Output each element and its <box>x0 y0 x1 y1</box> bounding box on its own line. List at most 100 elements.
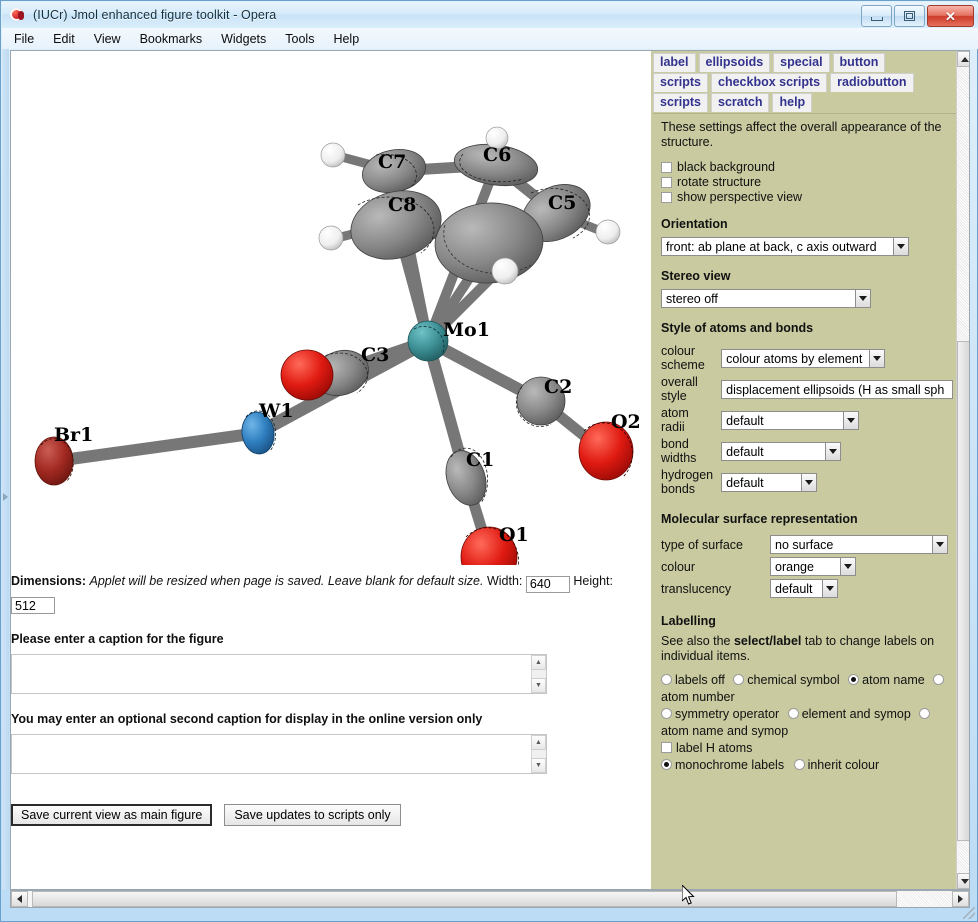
chevron-down-icon[interactable] <box>840 557 856 576</box>
chevron-down-icon[interactable] <box>869 348 886 368</box>
radio-inherit-colour[interactable] <box>793 759 805 770</box>
title-bar: (IUCr) Jmol enhanced figure toolkit - Op… <box>2 2 978 28</box>
menu-item-view[interactable]: View <box>94 32 121 46</box>
hscroll-track[interactable] <box>28 891 952 907</box>
main-caption-scroll-down[interactable]: ▼ <box>531 678 546 693</box>
tab-label[interactable]: label <box>653 53 696 72</box>
style-row-atom-radii: atom radii default <box>661 406 953 434</box>
select-surface-colour[interactable]: orange <box>770 557 856 576</box>
tab-ellipsoids[interactable]: ellipsoids <box>698 53 771 72</box>
select-translucency[interactable]: default <box>770 579 838 598</box>
second-caption-scroll-up[interactable]: ▲ <box>531 735 546 750</box>
select-overall-style[interactable]: displacement ellipsoids (H as small sph <box>721 379 954 399</box>
scroll-up-button[interactable] <box>957 51 969 67</box>
tab-scripts-2[interactable]: scripts <box>653 93 708 112</box>
window-resize-grip[interactable] <box>963 907 975 919</box>
close-button[interactable]: ✕ <box>927 5 974 27</box>
radio-element-and-symop[interactable] <box>787 708 799 719</box>
menu-item-help[interactable]: Help <box>333 32 359 46</box>
radio-labels-off[interactable] <box>661 674 672 685</box>
select-bond-widths[interactable]: default <box>721 441 842 461</box>
chevron-down-icon[interactable] <box>801 472 818 492</box>
width-input[interactable] <box>525 575 570 593</box>
second-caption-scroll-down[interactable]: ▼ <box>531 758 546 773</box>
tab-checkbox-scripts[interactable]: checkbox scripts <box>711 73 828 92</box>
tab-help[interactable]: help <box>772 93 813 112</box>
scroll-down-button[interactable] <box>957 873 969 889</box>
chevron-down-icon[interactable] <box>825 441 842 461</box>
checkbox-rotate-structure[interactable]: rotate structure <box>661 175 948 189</box>
radio-monochrome-labels[interactable] <box>661 759 672 770</box>
radio-label: element and symop <box>801 707 911 721</box>
surface-row-label: colour <box>661 559 696 574</box>
hscroll-right-button[interactable] <box>952 891 969 907</box>
tab-radiobutton[interactable]: radiobutton <box>830 73 914 92</box>
close-icon: ✕ <box>945 8 956 24</box>
menu-item-tools[interactable]: Tools <box>285 32 314 46</box>
select-type-of-surface[interactable]: no surface <box>770 535 948 554</box>
main-caption-scroll-up[interactable]: ▲ <box>531 655 546 670</box>
hscroll-thumb[interactable] <box>32 891 897 907</box>
chevron-down-icon[interactable] <box>822 579 838 598</box>
opera-panel-handle[interactable] <box>2 49 9 890</box>
menu-item-file[interactable]: File <box>14 32 34 46</box>
save-scripts-button[interactable]: Save updates to scripts only <box>224 804 401 826</box>
select-stereo-value: stereo off <box>661 289 855 308</box>
second-caption-box[interactable]: ▲ ▼ <box>11 734 547 774</box>
radio-symmetry-operator[interactable] <box>661 708 672 719</box>
radio-label: labels off <box>675 673 725 687</box>
radio-label: inherit colour <box>807 758 880 772</box>
hscroll-left-button[interactable] <box>11 891 28 907</box>
checkbox-icon[interactable] <box>661 742 672 753</box>
menu-item-widgets[interactable]: Widgets <box>221 32 266 46</box>
menu-item-bookmarks[interactable]: Bookmarks <box>140 32 203 46</box>
select-colour-scheme[interactable]: colour atoms by element <box>721 348 886 368</box>
radio-label: atom name <box>862 673 925 687</box>
radio-group-label-colour: monochrome labels inherit colour <box>661 757 948 774</box>
checkbox-label-h-atoms-row[interactable]: label H atoms <box>661 740 948 757</box>
radio-atom-name[interactable] <box>848 674 860 685</box>
tab-scripts-1[interactable]: scripts <box>653 73 708 92</box>
scrollbar-thumb[interactable] <box>957 341 969 841</box>
checkbox-black-background[interactable]: black background <box>661 160 948 174</box>
svg-text:C7: C7 <box>378 151 406 173</box>
tab-special[interactable]: special <box>773 53 830 72</box>
select-atom-radii[interactable]: default <box>721 410 860 430</box>
chevron-down-icon[interactable] <box>855 289 871 308</box>
select-orientation-value: front: ab plane at back, c axis outward <box>661 237 893 256</box>
maximize-button[interactable] <box>894 5 925 27</box>
select-orientation[interactable]: front: ab plane at back, c axis outward <box>661 237 909 256</box>
style-row-label: hydrogen bonds <box>661 468 714 496</box>
surface-row-label: type of surface <box>661 537 743 552</box>
width-label: Width: <box>486 574 523 588</box>
surface-row-label: translucency <box>661 581 732 596</box>
radio-group-label-style: labels off chemical symbol atom name ato… <box>661 672 948 706</box>
radio-atom-name-and-symop[interactable] <box>919 708 931 719</box>
checkbox-icon[interactable] <box>661 191 672 203</box>
radio-chemical-symbol[interactable] <box>733 674 745 685</box>
checkbox-icon[interactable] <box>661 161 672 173</box>
minimize-button[interactable] <box>861 5 892 27</box>
save-main-figure-button[interactable]: Save current view as main figure <box>11 804 213 826</box>
chevron-down-icon[interactable] <box>932 535 948 554</box>
chevron-down-icon[interactable] <box>843 410 860 430</box>
select-stereo-view[interactable]: stereo off <box>661 289 871 308</box>
select-hydrogen-bonds[interactable]: default <box>721 472 818 492</box>
style-row-hydrogen-bonds: hydrogen bonds default <box>661 468 953 496</box>
main-caption-box[interactable]: ▲ ▼ <box>11 654 547 694</box>
second-caption-label: You may enter an optional second caption… <box>11 712 483 726</box>
svg-text:C3: C3 <box>361 344 389 366</box>
tab-button[interactable]: button <box>832 53 886 72</box>
surface-grid: type of surface no surface colour orange… <box>661 532 948 601</box>
menu-item-edit[interactable]: Edit <box>53 32 75 46</box>
settings-panel-scrollbar[interactable] <box>956 51 969 889</box>
checkbox-icon[interactable] <box>661 176 672 188</box>
radio-atom-number[interactable] <box>933 674 945 685</box>
checkbox-show-perspective-view[interactable]: show perspective view <box>661 190 948 204</box>
chevron-down-icon[interactable] <box>893 237 909 256</box>
tab-scratch[interactable]: scratch <box>711 93 770 112</box>
height-input[interactable] <box>11 597 55 614</box>
page-horizontal-scrollbar[interactable] <box>10 890 970 908</box>
settings-content: These settings affect the overall appear… <box>653 113 956 887</box>
jmol-applet[interactable]: C7 C6 C5 C8 Mo1 C3 Br1 W1 C2 O2 C1 O1 <box>11 53 651 565</box>
